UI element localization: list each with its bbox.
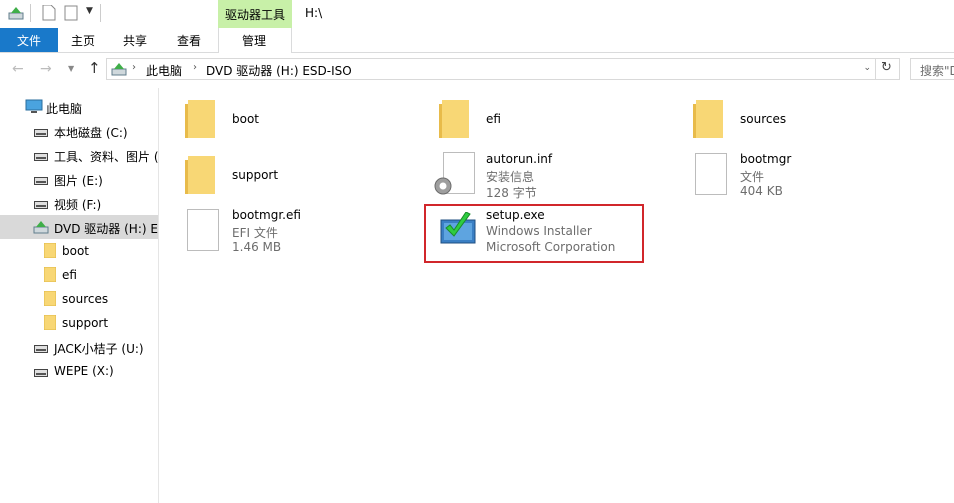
search-placeholder: 搜索"D <box>920 64 954 78</box>
nav-drive-u[interactable]: JACK小桔子 (U:) <box>0 335 158 359</box>
tab-file-label: 文件 <box>16 34 41 48</box>
nav-label: 工具、资料、图片 ( <box>54 150 159 164</box>
folder-icon <box>185 100 215 138</box>
file-size: 404 KB <box>740 184 783 198</box>
file-name: efi <box>486 112 501 126</box>
settings-gear-icon <box>434 177 452 195</box>
file-size: 128 字节 <box>486 186 537 200</box>
nav-label: 图片 (E:) <box>54 174 103 188</box>
file-type: EFI 文件 <box>232 226 278 240</box>
folder-icon <box>693 100 723 138</box>
nav-drive-f[interactable]: 视频 (F:) <box>0 191 158 215</box>
drive-icon <box>34 345 48 353</box>
recent-locations-icon[interactable]: ▼ <box>68 64 74 73</box>
file-name: boot <box>232 112 260 126</box>
drive-icon <box>34 129 48 137</box>
nav-drive-x[interactable]: WEPE (X:) <box>0 359 158 383</box>
file-item-boot[interactable]: boot <box>185 100 425 152</box>
refresh-icon: ↻ <box>881 60 892 75</box>
nav-drive-e[interactable]: 图片 (E:) <box>0 167 158 191</box>
nav-label: support <box>62 316 109 330</box>
file-item-autorun[interactable]: autorun.inf 安装信息 128 字节 <box>434 150 679 202</box>
tab-manage[interactable]: 管理 <box>242 32 266 49</box>
drive-properties-icon[interactable] <box>8 5 24 21</box>
folder-icon <box>44 243 56 258</box>
highlight-box <box>424 204 644 263</box>
nav-label: 此电脑 <box>46 102 83 116</box>
file-item-bootmgr-efi[interactable]: bootmgr.efi EFI 文件 1.46 MB <box>185 206 425 258</box>
quick-access-toolbar: ▼ <box>8 4 101 22</box>
forward-icon[interactable]: → <box>40 61 52 77</box>
tab-view[interactable]: 查看 <box>177 32 201 49</box>
drive-tools-context-tab: 驱动器工具 <box>218 0 292 28</box>
folder-icon <box>185 156 215 194</box>
folder-icon <box>44 291 56 306</box>
nav-label: sources <box>62 292 109 306</box>
refresh-button[interactable]: ↻ <box>876 58 900 80</box>
tab-share[interactable]: 共享 <box>123 32 147 49</box>
folder-icon <box>44 315 56 330</box>
nav-label: boot <box>62 244 90 258</box>
file-page-icon <box>187 209 219 251</box>
folder-icon <box>44 267 56 282</box>
file-name: bootmgr.efi <box>232 208 301 222</box>
navigation-pane: 此电脑 本地磁盘 (C:) 工具、资料、图片 ( 图片 (E:) 视频 (F:)… <box>0 88 159 503</box>
back-icon[interactable]: ← <box>12 61 24 77</box>
file-item-sources[interactable]: sources <box>693 100 933 152</box>
tab-home[interactable]: 主页 <box>71 32 95 49</box>
nav-dvd-drive-h[interactable]: DVD 驱动器 (H:) ES <box>0 215 159 239</box>
title-bar <box>0 0 954 28</box>
nav-label: efi <box>62 268 77 282</box>
computer-icon <box>25 99 43 113</box>
divider <box>30 4 31 22</box>
nav-folder-support[interactable]: support <box>0 311 158 335</box>
nav-label: JACK小桔子 (U:) <box>54 342 144 356</box>
address-dropdown-icon[interactable]: ⌄ <box>863 63 871 73</box>
nav-label: 视频 (F:) <box>54 198 102 212</box>
file-item-bootmgr[interactable]: bootmgr 文件 404 KB <box>693 150 933 202</box>
properties-icon[interactable] <box>42 5 56 21</box>
folder-icon <box>439 100 469 138</box>
drive-icon <box>34 201 48 209</box>
drive-icon <box>34 177 48 185</box>
nav-label: DVD 驱动器 (H:) ES <box>54 222 159 236</box>
breadcrumb-separator-icon[interactable]: › <box>132 62 136 73</box>
nav-label: 本地磁盘 (C:) <box>54 126 128 140</box>
address-bar[interactable]: › 此电脑 › DVD 驱动器 (H:) ESD-ISO ⌄ <box>106 58 876 80</box>
customize-toolbar-icon[interactable]: ▼ <box>86 6 93 16</box>
up-icon[interactable]: ↑ <box>88 59 101 77</box>
file-name: bootmgr <box>740 152 792 166</box>
breadcrumb-dvd-drive[interactable]: DVD 驱动器 (H:) ESD-ISO <box>206 62 352 79</box>
nav-folder-boot[interactable]: boot <box>0 239 158 263</box>
nav-drive-d[interactable]: 工具、资料、图片 ( <box>0 143 159 167</box>
context-tab-label: 驱动器工具 <box>224 8 285 22</box>
drive-icon <box>34 153 48 161</box>
file-name: support <box>232 168 279 182</box>
breadcrumb-this-pc[interactable]: 此电脑 <box>146 62 182 79</box>
file-item-support[interactable]: support <box>185 156 425 208</box>
dvd-drive-icon <box>111 63 127 76</box>
breadcrumb-separator-icon[interactable]: › <box>193 62 197 73</box>
file-name: autorun.inf <box>486 152 553 166</box>
nav-drive-c[interactable]: 本地磁盘 (C:) <box>0 119 158 143</box>
file-page-icon <box>695 153 727 195</box>
nav-folder-efi[interactable]: efi <box>0 263 158 287</box>
dvd-drive-icon <box>33 221 49 234</box>
nav-this-pc[interactable]: 此电脑 <box>0 95 158 119</box>
file-name: sources <box>740 112 787 126</box>
file-type: 文件 <box>740 170 765 184</box>
search-input[interactable]: 搜索"D <box>910 58 954 80</box>
drive-icon <box>34 369 48 377</box>
tab-file[interactable]: 文件 <box>0 28 58 52</box>
divider <box>100 4 101 22</box>
new-folder-icon[interactable] <box>64 5 78 21</box>
file-size: 1.46 MB <box>232 240 282 254</box>
nav-folder-sources[interactable]: sources <box>0 287 158 311</box>
window-title: H:\ <box>305 6 323 20</box>
file-item-efi[interactable]: efi <box>439 100 679 152</box>
file-type: 安装信息 <box>486 170 535 184</box>
nav-label: WEPE (X:) <box>54 364 114 378</box>
